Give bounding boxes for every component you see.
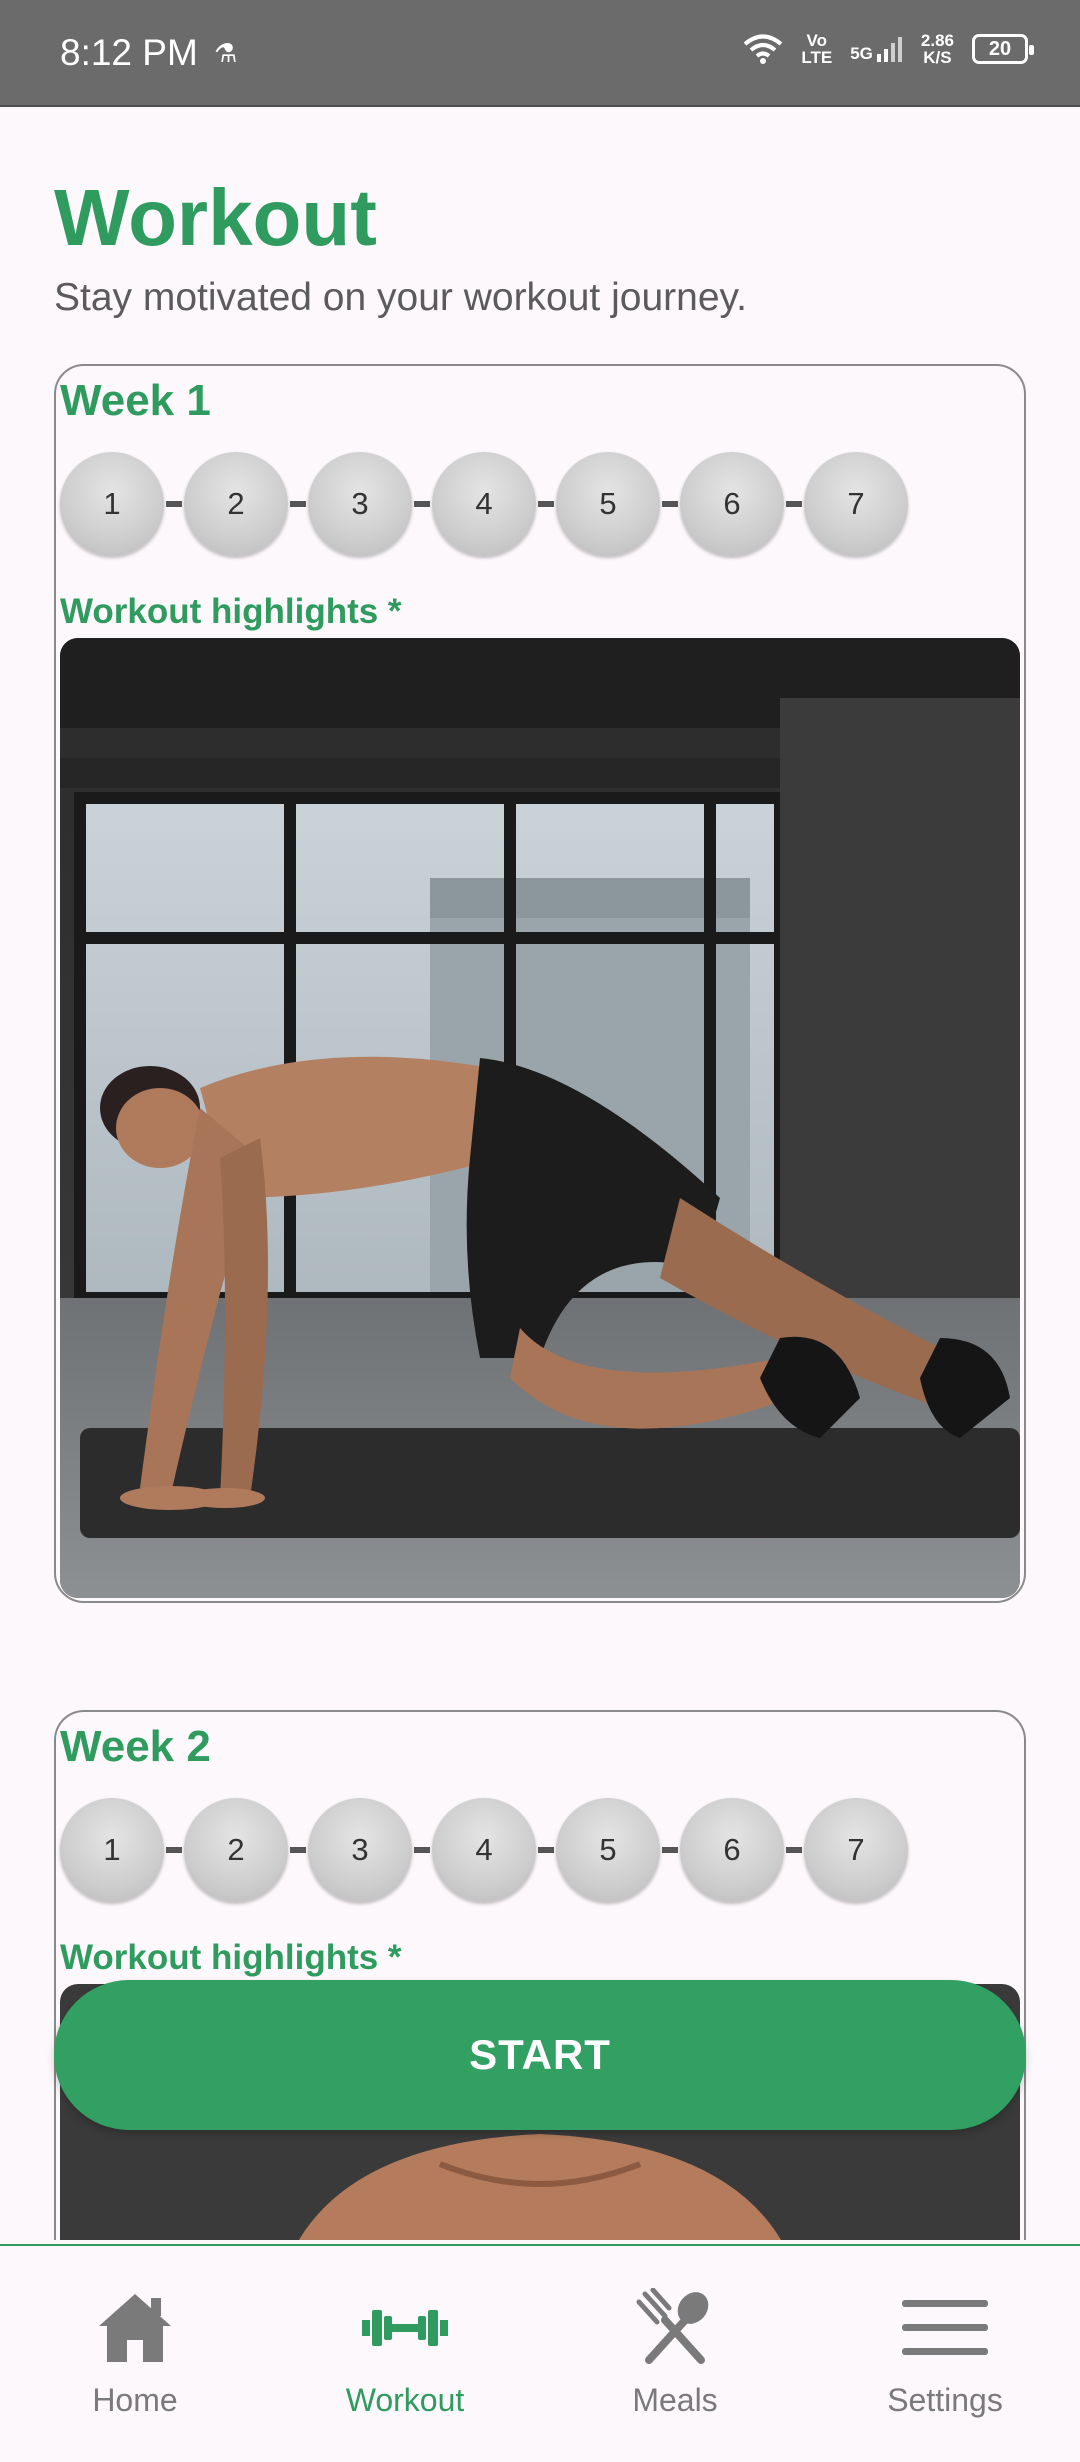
wifi-icon [744, 34, 783, 64]
day-separator [786, 1847, 802, 1853]
nav-item-settings[interactable]: Settings [810, 2246, 1080, 2462]
day-separator [662, 501, 678, 507]
week-card: Week 1 1 2 3 4 5 6 7 Workout highlights … [54, 364, 1026, 1603]
nav-label-workout: Workout [345, 2382, 465, 2418]
day-separator [538, 1847, 554, 1853]
net-speed: 2.86 K/S [921, 32, 954, 66]
nav-label-settings: Settings [887, 2382, 1003, 2418]
week-title: Week 1 [60, 376, 211, 425]
day-separator [662, 1847, 678, 1853]
highlights-label: Workout highlights * [60, 1938, 402, 1977]
status-bar: 8:12 PM ⚗ Vo LTE 5G 2.86 K/S 20 [0, 0, 1080, 107]
day-button[interactable]: 1 [60, 1798, 164, 1902]
day-button[interactable]: 6 [680, 1798, 784, 1902]
net-speed-value: 2.86 [920, 31, 954, 50]
day-button[interactable]: 7 [804, 1798, 908, 1902]
workout-highlight-image [60, 638, 1020, 1598]
day-selector: 1 2 3 4 5 6 7 [60, 1798, 908, 1902]
nav-item-meals[interactable]: Meals [540, 2246, 810, 2462]
status-time: 8:12 PM [60, 32, 198, 73]
week-card: Week 2 1 2 3 4 5 6 7 Workout highlights … [54, 1710, 1026, 2240]
volte-top: Vo [806, 31, 828, 50]
battery-level: 20 [988, 37, 1012, 60]
day-button[interactable]: 3 [308, 1798, 412, 1902]
day-button[interactable]: 5 [556, 1798, 660, 1902]
day-button[interactable]: 1 [60, 452, 164, 556]
day-separator [538, 501, 554, 507]
nav-item-workout[interactable]: Workout [270, 2246, 540, 2462]
highlights-label: Workout highlights * [60, 592, 402, 631]
day-button[interactable]: 2 [184, 1798, 288, 1902]
day-separator [290, 1847, 306, 1853]
page-subtitle: Stay motivated on your workout journey. [54, 276, 747, 319]
nav-label-home: Home [92, 2382, 178, 2418]
fork-spoon-icon [636, 2288, 709, 2364]
day-separator [414, 1847, 430, 1853]
day-button[interactable]: 4 [432, 1798, 536, 1902]
bottom-navigation: Home Workout Meals Settings [0, 2244, 1080, 2462]
status-indicators: Vo LTE 5G 2.86 K/S 20 [743, 32, 1034, 66]
nav-label-meals: Meals [632, 2382, 718, 2418]
day-button[interactable]: 6 [680, 452, 784, 556]
day-button[interactable]: 2 [184, 452, 288, 556]
day-button[interactable]: 4 [432, 452, 536, 556]
menu-icon [902, 2300, 988, 2355]
day-button[interactable]: 5 [556, 452, 660, 556]
signal-bars-icon [876, 37, 902, 62]
signal-type: 5G [850, 44, 873, 63]
day-separator [414, 501, 430, 507]
day-separator [166, 501, 182, 507]
day-separator [786, 501, 802, 507]
lab-flask-icon: ⚗ [214, 38, 238, 68]
day-separator [290, 501, 306, 507]
volte-indicator: Vo LTE [801, 32, 832, 66]
page-title: Workout [54, 173, 377, 262]
week-title: Week 2 [60, 1722, 211, 1771]
home-icon [99, 2294, 171, 2362]
day-selector: 1 2 3 4 5 6 7 [60, 452, 908, 556]
day-separator [166, 1847, 182, 1853]
day-button[interactable]: 3 [308, 452, 412, 556]
signal-indicator: 5G [850, 36, 903, 62]
battery-icon: 20 [972, 34, 1034, 64]
net-speed-unit: K/S [923, 48, 952, 67]
day-button[interactable]: 7 [804, 452, 908, 556]
workout-photo [60, 638, 1020, 1598]
dumbbell-icon [362, 2310, 448, 2346]
volte-bottom: LTE [801, 48, 833, 67]
nav-item-home[interactable]: Home [0, 2246, 270, 2462]
start-button[interactable]: START [54, 1980, 1026, 2130]
